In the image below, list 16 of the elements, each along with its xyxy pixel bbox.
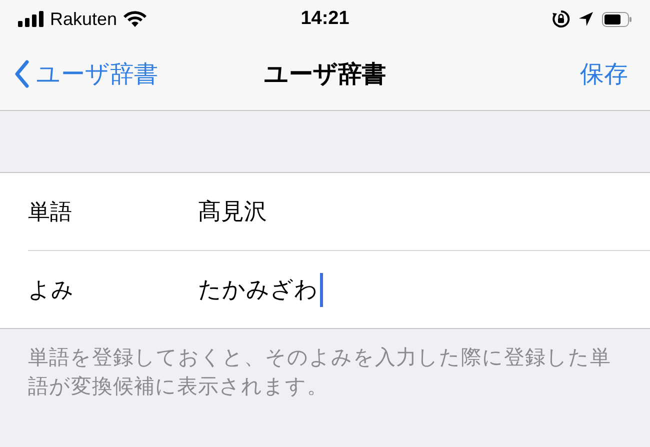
carrier-name: Rakuten: [50, 8, 118, 30]
input-field[interactable]: たかみざわ: [198, 270, 650, 310]
location-icon: [578, 11, 594, 27]
input-field[interactable]: 髙見沢: [198, 192, 650, 232]
footnote-text: 単語を登録しておくと、そのよみを入力した際に登録した単語が変換候補に表示されます。: [27, 344, 612, 400]
rotation-lock-icon: [552, 10, 570, 28]
chevron-icon: [14, 60, 30, 88]
clock-time: 14:21: [300, 8, 350, 30]
wifi-icon: [123, 10, 148, 28]
field-label: よみ: [28, 276, 75, 304]
back-button[interactable]: ユーザ辞書: [14, 58, 264, 90]
signal-icon: [18, 11, 44, 27]
field-label: 単語: [28, 198, 73, 226]
save-button[interactable]: 保存: [580, 58, 636, 90]
battery-icon: [602, 12, 632, 26]
screen-title: ユーザ辞書: [264, 59, 386, 90]
